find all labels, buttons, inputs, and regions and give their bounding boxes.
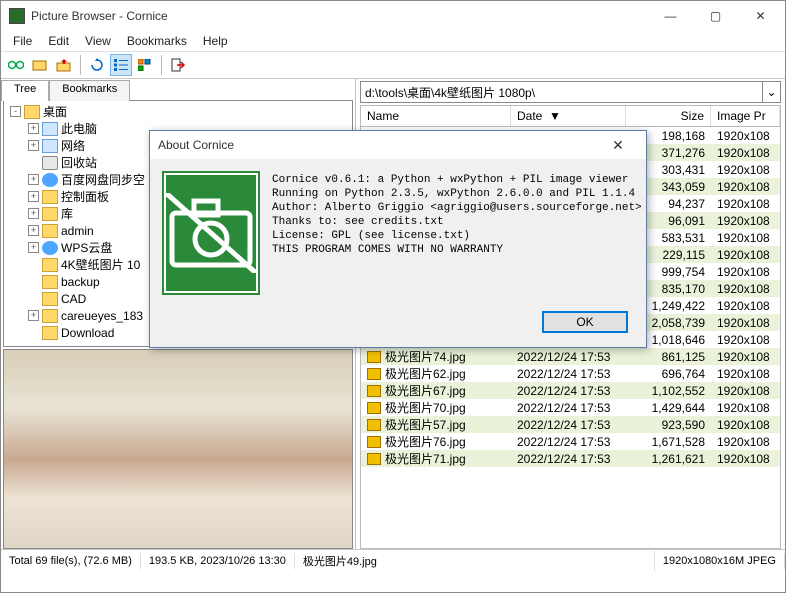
menu-view[interactable]: View: [77, 32, 119, 50]
tree-label: 网络: [61, 137, 85, 154]
list-view-icon[interactable]: [110, 54, 132, 76]
exit-icon[interactable]: [167, 54, 189, 76]
status-filename: 极光图片49.jpg: [295, 551, 655, 571]
file-row[interactable]: 极光图片74.jpg2022/12/24 17:53861,1251920x10…: [361, 348, 780, 365]
tree-label: 回收站: [61, 154, 97, 171]
menu-edit[interactable]: Edit: [40, 32, 77, 50]
jpg-icon: [367, 436, 381, 448]
folder-open-icon[interactable]: [29, 54, 51, 76]
path-input[interactable]: [360, 81, 763, 103]
folder-icon: [42, 190, 58, 204]
folder-icon: [24, 105, 40, 119]
col-image-props[interactable]: Image Pr: [711, 106, 780, 126]
file-row[interactable]: 极光图片57.jpg2022/12/24 17:53923,5901920x10…: [361, 416, 780, 433]
folder-icon: [42, 207, 58, 221]
path-dropdown-icon[interactable]: ⌄: [763, 81, 781, 103]
tree-label: 百度网盘同步空: [61, 171, 145, 188]
col-name[interactable]: Name: [361, 106, 511, 126]
app-icon: [9, 8, 25, 24]
col-date[interactable]: Date ▼: [511, 106, 626, 126]
statusbar: Total 69 file(s), (72.6 MB) 193.5 KB, 20…: [1, 549, 785, 571]
tree-label: Download: [61, 326, 114, 340]
file-row[interactable]: 极光图片71.jpg2022/12/24 17:531,261,6211920x…: [361, 450, 780, 467]
drive-icon: [42, 122, 58, 136]
about-title: About Cornice: [158, 138, 598, 152]
minimize-button[interactable]: —: [648, 2, 693, 31]
file-row[interactable]: 极光图片76.jpg2022/12/24 17:531,671,5281920x…: [361, 433, 780, 450]
glasses-icon[interactable]: [5, 54, 27, 76]
menu-help[interactable]: Help: [195, 32, 236, 50]
tree-label: CAD: [61, 292, 86, 306]
close-button[interactable]: ✕: [738, 2, 783, 31]
file-row[interactable]: 极光图片67.jpg2022/12/24 17:531,102,5521920x…: [361, 382, 780, 399]
cloud-icon: [42, 173, 58, 187]
folder-icon: [42, 326, 58, 340]
about-text: Cornice v0.6.1: a Python + wxPython + PI…: [272, 173, 642, 293]
tree-label: WPS云盘: [61, 239, 112, 256]
col-size[interactable]: Size: [626, 106, 711, 126]
maximize-button[interactable]: ▢: [693, 2, 738, 31]
preview-pane: [3, 349, 353, 549]
tab-bookmarks[interactable]: Bookmarks: [49, 80, 130, 101]
menubar: File Edit View Bookmarks Help: [1, 31, 785, 51]
jpg-icon: [367, 351, 381, 363]
folder-icon: [42, 224, 58, 238]
left-tabs: Tree Bookmarks: [1, 79, 355, 100]
jpg-icon: [367, 453, 381, 465]
folder-icon: [42, 309, 58, 323]
jpg-icon: [367, 402, 381, 414]
cloud-icon: [42, 241, 58, 255]
about-logo-icon: [164, 173, 258, 293]
tree-label: 桌面: [43, 103, 67, 120]
jpg-icon: [367, 368, 381, 380]
folder-icon: [42, 292, 58, 306]
folder-up-icon[interactable]: [53, 54, 75, 76]
menu-file[interactable]: File: [5, 32, 40, 50]
tree-label: admin: [61, 224, 94, 238]
about-close-button[interactable]: ✕: [598, 137, 638, 154]
file-row[interactable]: 极光图片70.jpg2022/12/24 17:531,429,6441920x…: [361, 399, 780, 416]
tree-label: 此电脑: [61, 120, 97, 137]
jpg-icon: [367, 419, 381, 431]
tree-label: 4K壁纸图片 10: [61, 256, 140, 273]
window-title: Picture Browser - Cornice: [31, 9, 648, 23]
thumbnail-view-icon[interactable]: [134, 54, 156, 76]
jpg-icon: [367, 385, 381, 397]
drive-icon: [42, 139, 58, 153]
recycle-icon: [42, 156, 58, 170]
tree-label: backup: [61, 275, 100, 289]
tree-label: careueyes_183: [61, 309, 143, 323]
toolbar: [1, 51, 785, 79]
about-dialog: About Cornice ✕ Cornice v0.6.1: a Python…: [149, 130, 647, 348]
status-fileinfo: 193.5 KB, 2023/10/26 13:30: [141, 553, 295, 569]
refresh-icon[interactable]: [86, 54, 108, 76]
tree-node[interactable]: -桌面: [6, 103, 350, 120]
tree-label: 控制面板: [61, 188, 109, 205]
menu-bookmarks[interactable]: Bookmarks: [119, 32, 195, 50]
preview-image: [4, 350, 352, 548]
status-total: Total 69 file(s), (72.6 MB): [1, 553, 141, 569]
tab-tree[interactable]: Tree: [1, 80, 49, 101]
file-list-header: Name Date ▼ Size Image Pr: [360, 105, 781, 127]
titlebar: Picture Browser - Cornice — ▢ ✕: [1, 1, 785, 31]
status-imageprops: 1920x1080x16M JPEG: [655, 553, 785, 569]
about-ok-button[interactable]: OK: [542, 311, 628, 333]
folder-icon: [42, 275, 58, 289]
folder-icon: [42, 258, 58, 272]
file-row[interactable]: 极光图片62.jpg2022/12/24 17:53696,7641920x10…: [361, 365, 780, 382]
tree-label: 库: [61, 205, 73, 222]
